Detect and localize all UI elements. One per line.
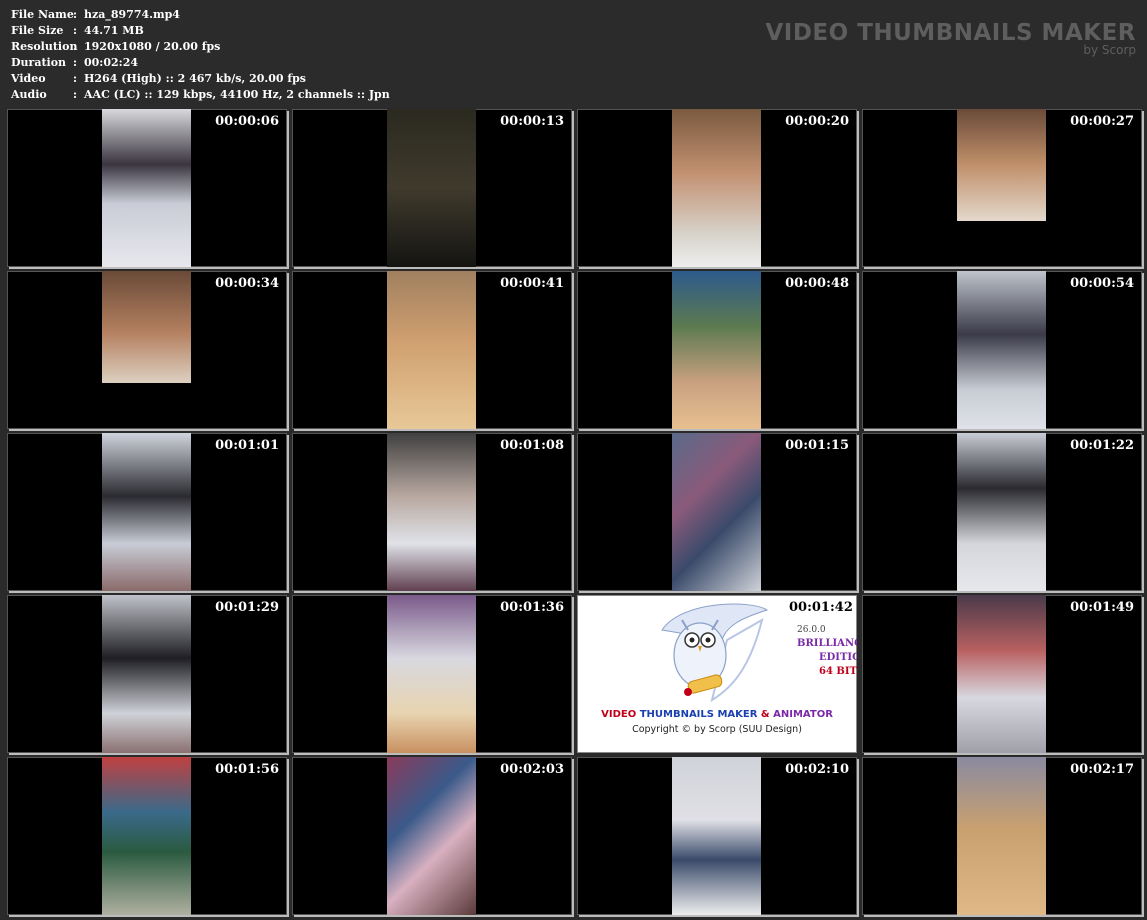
video-frame-image — [102, 271, 191, 383]
file-info-separator: : — [73, 72, 78, 85]
video-frame-image — [672, 109, 761, 267]
file-info-key: File Size — [11, 24, 64, 37]
file-info-key: Audio — [11, 88, 47, 101]
timestamp: 00:00:06 — [215, 114, 279, 129]
video-frame-image — [957, 757, 1046, 915]
file-info-value: 44.71 MB — [84, 24, 144, 37]
edition-label: 26.0.0 BRILLIANCE EDITION 64 BIT — [797, 623, 857, 679]
logo-title-part: ANIMATOR — [773, 709, 833, 720]
timestamp: 00:00:48 — [785, 276, 849, 291]
edition-bits: 64 BIT — [819, 666, 857, 677]
video-frame-image — [387, 433, 476, 591]
owl-logo-icon — [661, 603, 769, 703]
thumbnail-tile[interactable]: 00:01:56 — [7, 757, 287, 915]
thumbnail-tile[interactable]: 00:00:41 — [292, 271, 572, 429]
video-frame-image — [957, 433, 1046, 591]
file-info-value: AAC (LC) :: 129 kbps, 44100 Hz, 2 channe… — [84, 88, 390, 101]
file-info-panel: File Name: hza_89774.mp4 File Size:44.71 M… — [11, 7, 390, 103]
file-info-row: Duration:00:02:24 — [11, 55, 390, 71]
timestamp: 00:02:17 — [1070, 762, 1134, 777]
timestamp: 00:00:27 — [1070, 114, 1134, 129]
thumbnail-tile[interactable]: 00:01:42 26.0.0 BRILLIANCE EDITION 64 BI… — [577, 595, 857, 753]
brand-watermark: VIDEO THUMBNAILS MAKER by Scorp — [765, 20, 1136, 57]
thumbnail-tile[interactable]: 00:00:54 — [862, 271, 1142, 429]
file-info-separator: : — [73, 88, 78, 101]
file-info-value: hza_89774.mp4 — [84, 8, 180, 21]
thumbnail-tile[interactable]: 00:02:17 — [862, 757, 1142, 915]
file-info-key: Resolution — [11, 40, 78, 53]
file-info-row: Video: H264 (High) :: 2 467 kb/s, 20.00 f… — [11, 71, 390, 87]
timestamp: 00:01:29 — [215, 600, 279, 615]
edition-version: 26.0.0 — [797, 625, 826, 635]
video-frame-image — [387, 271, 476, 429]
timestamp: 00:01:36 — [500, 600, 564, 615]
info-header: File Name: hza_89774.mp4 File Size:44.71 M… — [0, 0, 1147, 108]
timestamp: 00:01:15 — [785, 438, 849, 453]
timestamp: 00:00:20 — [785, 114, 849, 129]
timestamp: 00:01:49 — [1070, 600, 1134, 615]
file-info-separator: : — [73, 56, 78, 69]
timestamp: 00:02:10 — [785, 762, 849, 777]
video-frame-image — [102, 595, 191, 753]
video-frame-image — [957, 271, 1046, 429]
timestamp: 00:01:22 — [1070, 438, 1134, 453]
file-info-separator: : — [73, 40, 78, 53]
file-info-separator: : — [73, 24, 78, 37]
thumbnail-tile[interactable]: 00:01:15 — [577, 433, 857, 591]
file-info-row: File Name: hza_89774.mp4 — [11, 7, 390, 23]
thumbnail-tile[interactable]: 00:00:34 — [7, 271, 287, 429]
timestamp: 00:01:42 — [789, 600, 853, 615]
timestamp: 00:01:56 — [215, 762, 279, 777]
file-info-key: Duration — [11, 56, 67, 69]
thumbnail-tile[interactable]: 00:01:36 — [292, 595, 572, 753]
video-frame-image — [957, 595, 1046, 753]
logo-title-part: & — [757, 709, 774, 720]
file-info-key: File Name — [11, 8, 74, 21]
thumbnail-tile[interactable]: 00:00:13 — [292, 109, 572, 267]
file-info-row: Audio: AAC (LC) :: 129 kbps, 44100 Hz, 2 … — [11, 87, 390, 103]
file-info-row: File Size:44.71 MB — [11, 23, 390, 39]
file-info-value: H264 (High) :: 2 467 kb/s, 20.00 fps — [84, 72, 306, 85]
video-frame-image — [102, 109, 191, 267]
thumbnail-tile[interactable]: 00:00:20 — [577, 109, 857, 267]
timestamp: 00:02:03 — [500, 762, 564, 777]
video-frame-image — [387, 757, 476, 915]
edition-name: BRILLIANCE — [797, 638, 857, 649]
edition-word: EDITION — [819, 652, 857, 663]
video-frame-image — [387, 109, 476, 267]
thumbnail-tile[interactable]: 00:01:49 — [862, 595, 1142, 753]
video-frame-image — [102, 757, 191, 915]
timestamp: 00:01:01 — [215, 438, 279, 453]
logo-title-part: VIDEO — [601, 709, 640, 720]
timestamp: 00:01:08 — [500, 438, 564, 453]
logo-title-part: THUMBNAILS MAKER — [639, 709, 758, 720]
thumbnail-tile[interactable]: 00:01:01 — [7, 433, 287, 591]
brand-title: VIDEO THUMBNAILS MAKER — [765, 20, 1136, 46]
thumbnail-tile[interactable]: 00:01:29 — [7, 595, 287, 753]
thumbnail-tile[interactable]: 00:02:03 — [292, 757, 572, 915]
timestamp: 00:00:41 — [500, 276, 564, 291]
logo-title: VIDEO THUMBNAILS MAKER & ANIMATOR — [577, 709, 857, 720]
video-frame-image — [672, 271, 761, 429]
thumbnail-tile[interactable]: 00:00:48 — [577, 271, 857, 429]
thumbnail-tile[interactable]: 00:01:22 — [862, 433, 1142, 591]
file-info-separator: : — [73, 8, 78, 21]
thumbnail-tile[interactable]: 00:00:06 — [7, 109, 287, 267]
thumbnail-tile[interactable]: 00:02:10 — [577, 757, 857, 915]
file-info-value: 1920x1080 / 20.00 fps — [84, 40, 221, 53]
logo-copyright: Copyright © by Scorp (SUU Design) — [632, 724, 802, 735]
file-info-value: 00:02:24 — [84, 56, 139, 69]
video-frame-image — [672, 433, 761, 591]
thumbnail-tile[interactable]: 00:00:27 — [862, 109, 1142, 267]
video-frame-image — [387, 595, 476, 753]
video-frame-image — [672, 757, 761, 915]
video-frame-image — [102, 433, 191, 591]
thumbnail-tile[interactable]: 00:01:08 — [292, 433, 572, 591]
video-frame-image — [957, 109, 1046, 221]
file-info-row: Resolution:1920x1080 / 20.00 fps — [11, 39, 390, 55]
timestamp: 00:00:34 — [215, 276, 279, 291]
timestamp: 00:00:54 — [1070, 276, 1134, 291]
timestamp: 00:00:13 — [500, 114, 564, 129]
file-info-key: Video — [11, 72, 46, 85]
